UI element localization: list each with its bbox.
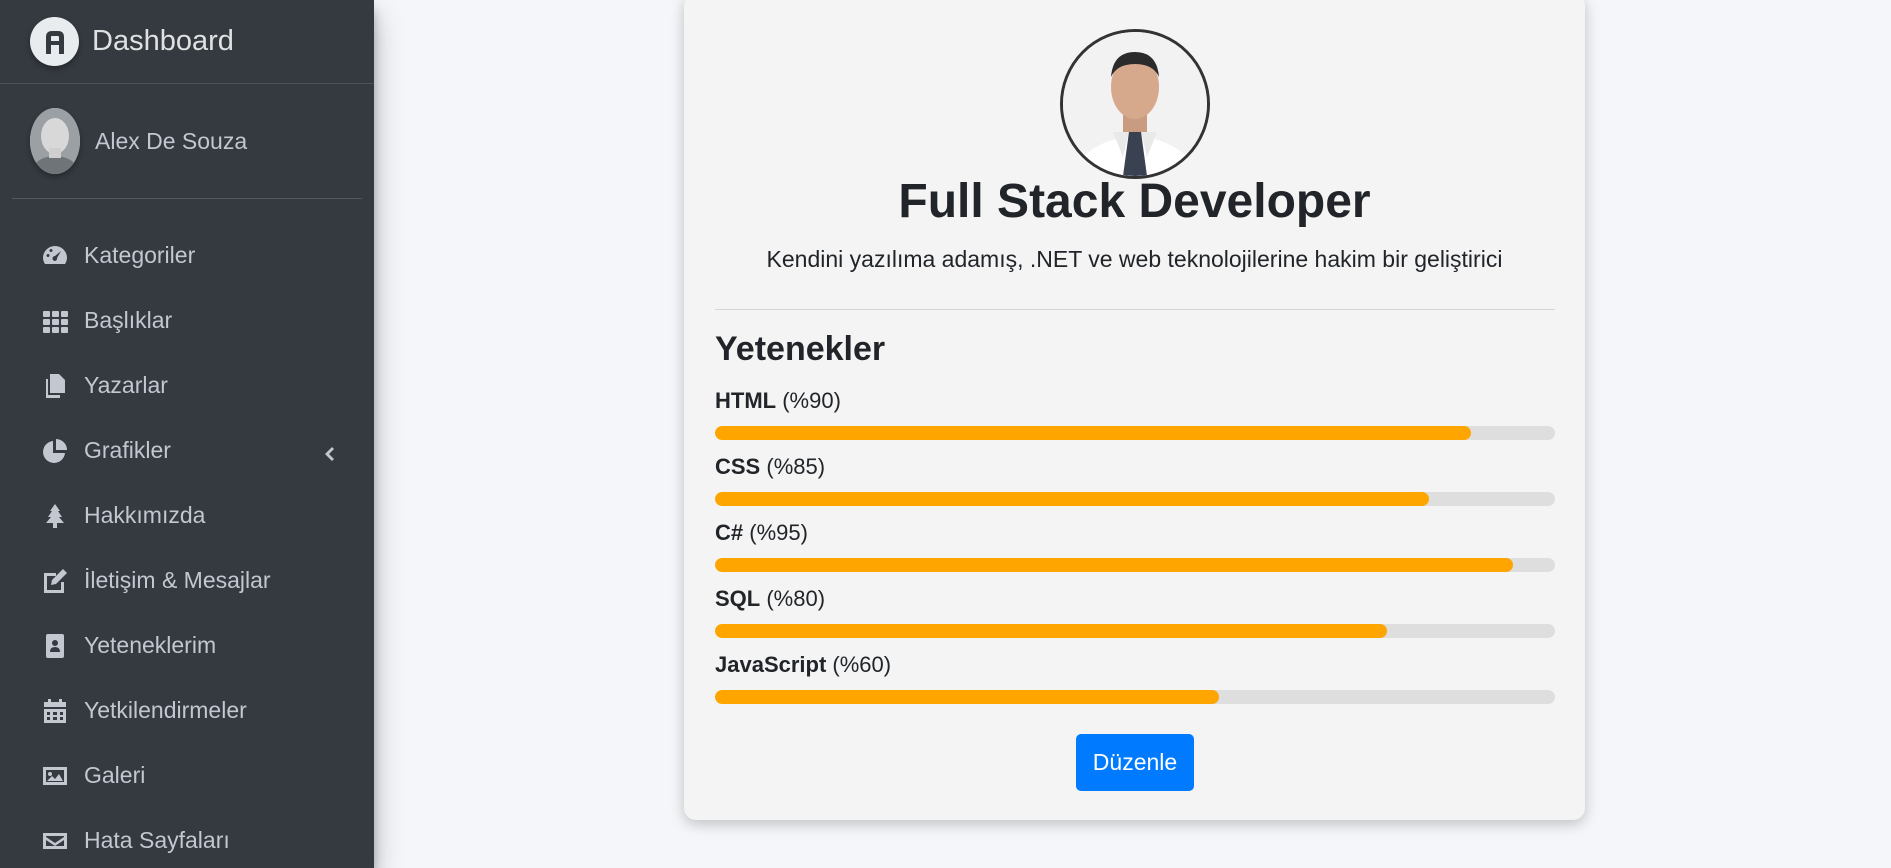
skill-percent: (%90) <box>782 388 841 413</box>
progress-track <box>715 624 1555 638</box>
avatar <box>30 108 80 174</box>
tree-icon <box>40 501 70 531</box>
calendar-icon <box>40 696 70 726</box>
brand-logo-icon <box>30 17 79 66</box>
sidebar-item-grafikler[interactable]: Grafikler <box>0 418 374 483</box>
image-icon <box>40 761 70 791</box>
skill-name: HTML <box>715 388 777 413</box>
sidebar-item-yazarlar[interactable]: Yazarlar <box>0 353 374 418</box>
sidebar-item-label: Hata Sayfaları <box>84 827 230 853</box>
skill-label: CSS (%85) <box>715 452 1555 482</box>
id-badge-icon <box>40 631 70 661</box>
chevron-left-icon[interactable] <box>322 442 336 461</box>
sidebar-item-label: Galeri <box>84 762 146 788</box>
skill-name: JavaScript <box>715 652 827 677</box>
sidebar-nav: Kategoriler Başlıklar Yazarlar Grafikler <box>0 199 374 868</box>
sidebar-item-basliklar[interactable]: Başlıklar <box>0 288 374 353</box>
skill-css: CSS (%85) <box>715 452 1555 512</box>
skill-percent: (%80) <box>766 586 826 611</box>
skill-csharp: C# (%95) <box>715 518 1555 578</box>
progress-track <box>715 558 1555 572</box>
progress-fill <box>715 624 1387 638</box>
skill-html: HTML (%90) <box>715 386 1555 446</box>
profile-description: Kendini yazılıma adamış, .NET ve web tek… <box>766 246 1503 272</box>
sidebar-item-label: Yetkilendirmeler <box>84 697 247 723</box>
progress-fill <box>715 690 1219 704</box>
skill-label: C# (%95) <box>715 518 1555 548</box>
progress-track <box>715 426 1555 440</box>
progress-fill <box>715 426 1471 440</box>
skill-label: HTML (%90) <box>715 386 1555 416</box>
profile-photo <box>1060 29 1210 179</box>
sidebar-item-label: Başlıklar <box>84 307 173 333</box>
sidebar-item-yetkilendirmeler[interactable]: Yetkilendirmeler <box>0 678 374 743</box>
skill-javascript: JavaScript (%60) <box>715 650 1555 710</box>
brand-link[interactable]: Dashboard <box>0 0 374 84</box>
sidebar-item-label: Hakkımızda <box>84 502 206 528</box>
sidebar-item-hakkimizda[interactable]: Hakkımızda <box>0 483 374 548</box>
edit-icon <box>40 566 70 596</box>
skill-name: SQL <box>715 586 761 611</box>
skill-label: JavaScript (%60) <box>715 650 1555 680</box>
progress-fill <box>715 492 1429 506</box>
sidebar-item-galeri[interactable]: Galeri <box>0 743 374 808</box>
pie-chart-icon <box>40 436 70 466</box>
sidebar-item-label: Grafikler <box>84 437 171 463</box>
skill-label: SQL (%80) <box>715 584 1555 614</box>
sidebar: Dashboard Alex De Souza Kategoriler Başl… <box>0 0 374 868</box>
skill-name: CSS <box>715 454 761 479</box>
progress-track <box>715 690 1555 704</box>
skill-sql: SQL (%80) <box>715 584 1555 644</box>
sidebar-item-label: İletişim & Mesajlar <box>84 567 271 593</box>
edit-button[interactable]: Düzenle <box>1076 734 1194 791</box>
skill-percent: (%60) <box>832 652 892 677</box>
tachometer-icon <box>40 241 70 271</box>
skills-heading: Yetenekler <box>715 330 886 368</box>
sidebar-item-label: Yazarlar <box>84 372 168 398</box>
grid-icon <box>40 306 70 336</box>
user-panel[interactable]: Alex De Souza <box>12 84 362 199</box>
profile-title: Full Stack Developer <box>898 175 1371 228</box>
divider <box>715 309 1555 310</box>
profile-card: Full Stack Developer Kendini yazılıma ad… <box>684 0 1585 820</box>
sidebar-item-label: Kategoriler <box>84 242 196 268</box>
skill-name: C# <box>715 520 744 545</box>
skill-percent: (%85) <box>766 454 826 479</box>
envelope-icon <box>40 826 70 856</box>
sidebar-item-yeteneklerim[interactable]: Yeteneklerim <box>0 613 374 678</box>
brand-title: Dashboard <box>92 25 234 57</box>
sidebar-item-iletisim[interactable]: İletişim & Mesajlar <box>0 548 374 613</box>
skill-percent: (%95) <box>749 520 808 545</box>
copy-icon <box>40 371 70 401</box>
sidebar-item-label: Yeteneklerim <box>84 632 217 658</box>
user-name: Alex De Souza <box>95 127 248 154</box>
sidebar-item-hata-sayfalari[interactable]: Hata Sayfaları <box>0 808 374 868</box>
progress-fill <box>715 558 1513 572</box>
progress-track <box>715 492 1555 506</box>
sidebar-item-kategoriler[interactable]: Kategoriler <box>0 223 374 288</box>
